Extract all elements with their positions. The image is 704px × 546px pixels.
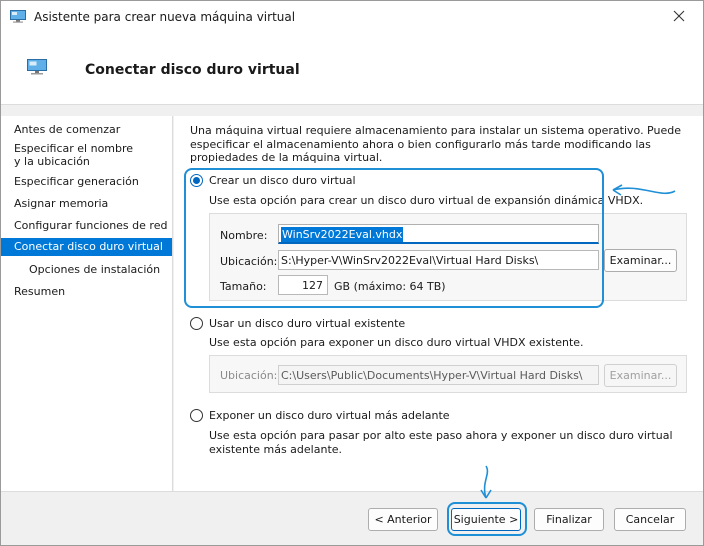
wizard-header: Conectar disco duro virtual (1, 33, 703, 105)
sidebar-item-connect-vhd[interactable]: Conectar disco duro virtual (1, 238, 172, 256)
wizard-steps-sidebar: Antes de comenzar Especificar el nombre … (1, 116, 173, 491)
window-title: Asistente para crear nueva máquina virtu… (34, 10, 296, 24)
sidebar-item-before-you-begin[interactable]: Antes de comenzar (1, 123, 172, 136)
existing-vhd-group: Ubicación: C:\Users\Public\Documents\Hyp… (209, 355, 687, 393)
monitor-icon (27, 59, 47, 75)
back-button[interactable]: < Anterior (368, 508, 438, 531)
browse-button[interactable]: Examinar... (604, 249, 677, 272)
wizard-window: Asistente para crear nueva máquina virtu… (0, 0, 704, 546)
existing-vhd-label: Usar un disco duro virtual existente (209, 317, 406, 330)
sidebar-item-memory[interactable]: Asignar memoria (1, 197, 172, 210)
close-icon (673, 10, 685, 22)
monitor-icon (10, 10, 26, 23)
radio-unchecked-icon[interactable] (190, 317, 203, 330)
annotation-arrow-down-icon (480, 465, 492, 499)
page-title: Conectar disco duro virtual (85, 62, 300, 78)
sidebar-item-install-options[interactable]: Opciones de instalación (1, 263, 172, 276)
sidebar-item-name-location[interactable]: Especificar el nombre y la ubicación (1, 142, 141, 168)
intro-text: Una máquina virtual requiere almacenamie… (190, 124, 681, 164)
annotation-highlight-next-button (447, 502, 527, 536)
later-vhd-label: Exponer un disco duro virtual más adelan… (209, 409, 450, 422)
existing-location-input[interactable]: C:\Users\Public\Documents\Hyper-V\Virtua… (278, 365, 599, 385)
existing-vhd-description: Use esta opción para exponer un disco du… (209, 336, 584, 349)
wizard-footer: < Anterior Siguiente > Finalizar Cancela… (1, 491, 703, 545)
annotation-arrow-left-icon (612, 184, 676, 196)
title-bar: Asistente para crear nueva máquina virtu… (1, 1, 703, 33)
sidebar-item-generation[interactable]: Especificar generación (1, 175, 172, 188)
sidebar-item-summary[interactable]: Resumen (1, 285, 172, 298)
cancel-button[interactable]: Cancelar (614, 508, 686, 531)
sidebar-item-networking[interactable]: Configurar funciones de red (1, 219, 172, 232)
close-button[interactable] (657, 1, 703, 33)
existing-location-label: Ubicación: (220, 369, 278, 382)
existing-vhd-radio[interactable]: Usar un disco duro virtual existente (190, 317, 405, 330)
finish-button[interactable]: Finalizar (534, 508, 604, 531)
annotation-highlight-create-vhd (184, 168, 604, 308)
later-vhd-radio[interactable]: Exponer un disco duro virtual más adelan… (190, 409, 450, 422)
radio-unchecked-icon[interactable] (190, 409, 203, 422)
later-vhd-description: Use esta opción para pasar por alto este… (209, 429, 673, 456)
existing-browse-button[interactable]: Examinar... (604, 364, 677, 387)
